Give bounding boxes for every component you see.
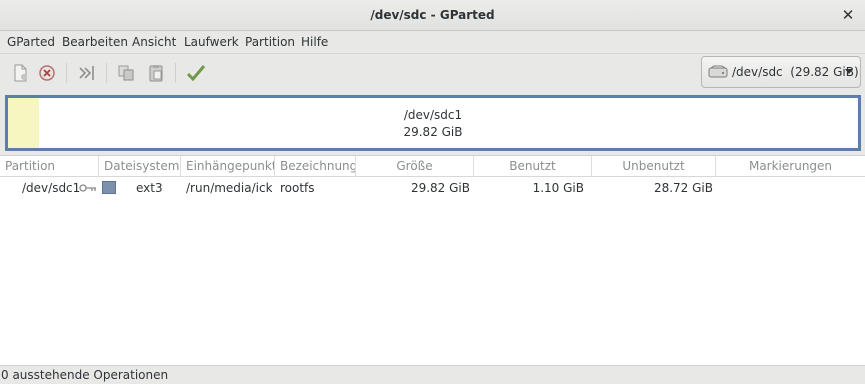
visual-partition-name: /dev/sdc1	[403, 108, 463, 122]
header-unbenutzt[interactable]: Unbenutzt	[592, 156, 716, 177]
cell-partition: /dev/sdc1	[22, 181, 81, 195]
menu-bearbeiten[interactable]: Bearbeiten	[62, 35, 128, 49]
new-partition-icon[interactable]	[8, 61, 32, 85]
cell-markierungen	[720, 178, 860, 198]
paste-icon[interactable]	[144, 61, 168, 85]
menu-laufwerk[interactable]: Laufwerk	[184, 35, 239, 49]
header-partition[interactable]: Partition	[0, 156, 99, 177]
resize-move-icon[interactable]	[75, 61, 99, 85]
header-benutzt[interactable]: Benutzt	[474, 156, 592, 177]
cell-dateisystem: ext3	[136, 181, 163, 195]
cell-groesse: 29.82 GiB	[410, 181, 470, 195]
device-selector-label: /dev/sdc (29.82 GiB)	[732, 65, 859, 79]
menu-bar: GParted Bearbeiten Ansicht Laufwerk Part…	[0, 31, 865, 53]
cell-unbenutzt: 28.72 GiB	[653, 181, 713, 195]
harddisk-icon	[708, 65, 728, 78]
title-bar: /dev/sdc - GParted ✕	[0, 0, 865, 31]
header-groesse[interactable]: Größe	[356, 156, 474, 177]
partition-table: Partition Dateisystem Einhängepunkt Beze…	[0, 155, 865, 365]
chevron-down-icon	[845, 69, 853, 74]
menu-partition[interactable]: Partition	[245, 35, 295, 49]
apply-icon[interactable]	[184, 61, 208, 85]
table-header: Partition Dateisystem Einhängepunkt Beze…	[0, 156, 865, 177]
menu-ansicht[interactable]: Ansicht	[132, 35, 176, 49]
filesystem-color-swatch	[102, 181, 116, 194]
delete-icon[interactable]	[35, 61, 59, 85]
menu-hilfe[interactable]: Hilfe	[301, 35, 328, 49]
header-bezeichnung[interactable]: Bezeichnung	[275, 156, 356, 177]
table-row[interactable]: /dev/sdc1 ext3 /run/media/ick… rootfs 29…	[0, 178, 865, 198]
status-bar: 0 ausstehende Operationen	[0, 365, 865, 384]
header-dateisystem[interactable]: Dateisystem	[99, 156, 181, 177]
status-text: 0 ausstehende Operationen	[1, 368, 169, 382]
key-icon	[79, 184, 96, 192]
cell-bezeichnung: rootfs	[280, 181, 315, 195]
close-icon[interactable]: ✕	[839, 6, 857, 24]
header-markierungen[interactable]: Markierungen	[716, 156, 865, 177]
disk-visualization[interactable]: /dev/sdc1 29.82 GiB	[5, 95, 861, 151]
copy-icon[interactable]	[114, 61, 138, 85]
menu-gparted[interactable]: GParted	[7, 35, 55, 49]
device-selector[interactable]: /dev/sdc (29.82 GiB)	[701, 56, 861, 88]
window-title: /dev/sdc - GParted	[370, 8, 495, 22]
cell-einhaengepunkt: /run/media/ick…	[186, 181, 272, 195]
visual-partition-size: 29.82 GiB	[403, 125, 463, 139]
cell-benutzt: 1.10 GiB	[532, 181, 584, 195]
header-einhaengepunkt[interactable]: Einhängepunkt	[181, 156, 275, 177]
used-space-bar	[8, 98, 39, 148]
